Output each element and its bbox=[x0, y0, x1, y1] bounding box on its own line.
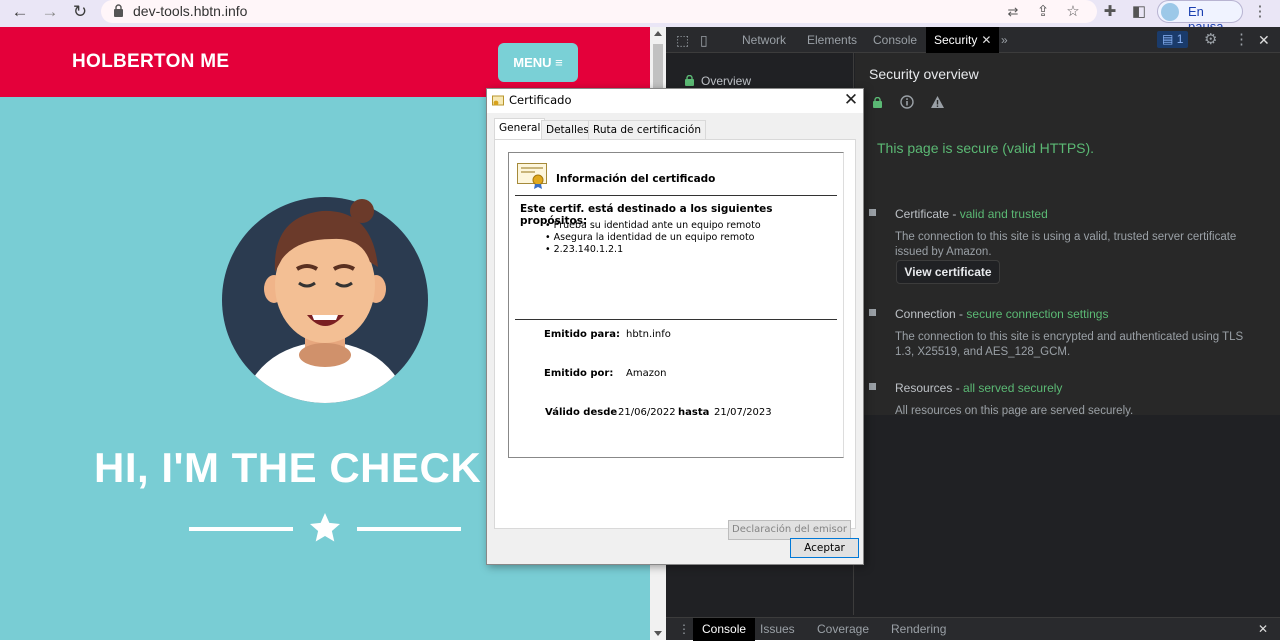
device-toolbar-icon[interactable]: ▯ bbox=[700, 27, 708, 53]
connection-heading: Connection - secure connection settings bbox=[895, 307, 1109, 321]
drawer-tab-console[interactable]: Console bbox=[693, 618, 756, 641]
valid-to-label: hasta bbox=[678, 407, 710, 418]
lock-icon bbox=[873, 97, 882, 108]
forward-icon[interactable]: → bbox=[38, 1, 62, 23]
address-bar[interactable]: dev-tools.hbtn.info bbox=[101, 0, 1097, 23]
hero-title: HI, I'M THE CHECK bbox=[94, 444, 482, 491]
star-icon bbox=[310, 513, 340, 542]
issuer-statement-button[interactable]: Declaración del emisor bbox=[728, 520, 851, 540]
valid-to-value: 21/07/2023 bbox=[714, 407, 772, 418]
devtools-tabbar: ⬚ ▯ Network Elements Console Security ✕ »… bbox=[666, 27, 1280, 53]
extensions-icon[interactable]: ✚ bbox=[1100, 2, 1120, 22]
hero-divider-left bbox=[189, 527, 293, 531]
site-header: HOLBERTON ME MENU ≡ bbox=[0, 27, 650, 97]
reload-icon[interactable]: ↻ bbox=[68, 1, 92, 23]
page-title: Security overview bbox=[869, 66, 979, 82]
tab-console[interactable]: Console bbox=[873, 27, 917, 53]
more-icon[interactable]: ⋮ bbox=[1250, 2, 1270, 22]
translate-icon[interactable]: ⇄ bbox=[1003, 2, 1023, 22]
bullet bbox=[869, 309, 876, 316]
secure-status-message: This page is secure (valid HTTPS). bbox=[877, 140, 1095, 156]
certificate-heading: Certificate - valid and trusted bbox=[895, 207, 1048, 221]
purpose-item: • Asegura la identidad de un equipo remo… bbox=[545, 232, 755, 243]
avatar bbox=[1161, 3, 1179, 21]
lock-icon[interactable] bbox=[113, 4, 124, 17]
resources-status: all served securely bbox=[963, 381, 1063, 395]
more-tabs-icon[interactable]: » bbox=[1001, 27, 1008, 53]
close-icon[interactable]: ✕ bbox=[981, 33, 991, 47]
valid-from-value: 21/06/2022 bbox=[618, 407, 676, 418]
tab-general[interactable]: General bbox=[494, 118, 546, 140]
tab-certification-path[interactable]: Ruta de certificación bbox=[588, 120, 707, 140]
share-icon[interactable]: ⇪ bbox=[1033, 2, 1053, 22]
general-tab-panel: Información del certificado Este certif.… bbox=[494, 139, 856, 540]
site-brand[interactable]: HOLBERTON ME bbox=[72, 51, 229, 73]
certificate-info-title: Información del certificado bbox=[556, 173, 716, 185]
view-certificate-button[interactable]: View certificate bbox=[896, 260, 1000, 284]
issues-badge[interactable]: ▤ 1 bbox=[1157, 31, 1189, 48]
close-drawer-icon[interactable]: ✕ bbox=[1258, 618, 1268, 641]
dialog-title: Certificado bbox=[509, 93, 572, 107]
browser-toolbar: ← → ↻ dev-tools.hbtn.info ⇄ ⇪ ☆ ✚ ◧ En p… bbox=[0, 0, 1280, 34]
certificate-dialog: Certificado ✕ General Detalles Ruta de c… bbox=[486, 88, 864, 565]
certificate-info-box: Información del certificado Este certif.… bbox=[508, 152, 844, 458]
avatar-illustration bbox=[222, 197, 428, 403]
tab-elements[interactable]: Elements bbox=[807, 27, 857, 53]
certificate-description: The connection to this site is using a v… bbox=[895, 231, 1237, 258]
tab-security[interactable]: Security ✕ bbox=[926, 27, 1000, 53]
lock-icon bbox=[685, 75, 694, 86]
drawer-tab-issues[interactable]: Issues bbox=[760, 618, 795, 641]
warning-icon bbox=[931, 96, 944, 108]
resources-heading-label: Resources bbox=[895, 381, 953, 395]
drawer-tab-rendering[interactable]: Rendering bbox=[891, 618, 946, 641]
divider bbox=[515, 319, 837, 320]
menu-button[interactable]: MENU ≡ bbox=[498, 43, 578, 82]
issued-by-label: Emitido por: bbox=[544, 368, 614, 379]
resources-heading: Resources - all served securely bbox=[895, 381, 1063, 395]
bullet bbox=[869, 209, 876, 216]
connection-status: secure connection settings bbox=[966, 307, 1109, 321]
dialog-titlebar[interactable]: Certificado ✕ bbox=[487, 89, 863, 113]
purpose-item: • Prueba su identidad ante un equipo rem… bbox=[545, 220, 761, 231]
certificate-heading-label: Certificate bbox=[895, 207, 950, 221]
back-icon[interactable]: ← bbox=[8, 1, 32, 23]
close-icon[interactable]: ✕ bbox=[841, 90, 861, 110]
divider bbox=[515, 195, 837, 196]
url-text[interactable]: dev-tools.hbtn.info bbox=[133, 3, 247, 19]
certificate-icon bbox=[517, 163, 547, 189]
gear-icon[interactable]: ⚙ bbox=[1204, 27, 1217, 53]
profile-button[interactable]: En pausa bbox=[1157, 0, 1243, 34]
inspect-element-icon[interactable]: ⬚ bbox=[676, 27, 689, 53]
issued-to-label: Emitido para: bbox=[544, 329, 620, 340]
star-icon[interactable]: ☆ bbox=[1063, 2, 1083, 22]
resources-description: All resources on this page are served se… bbox=[895, 405, 1134, 417]
more-icon[interactable]: ⋮ bbox=[1234, 27, 1249, 53]
bullet bbox=[869, 383, 876, 390]
drawer-tab-coverage[interactable]: Coverage bbox=[817, 618, 869, 641]
tab-details[interactable]: Detalles bbox=[541, 120, 594, 140]
connection-heading-label: Connection bbox=[895, 307, 956, 321]
issues-count: 1 bbox=[1176, 32, 1184, 46]
drawer-menu-icon[interactable]: ⋮ bbox=[678, 618, 690, 641]
accept-button[interactable]: Aceptar bbox=[790, 538, 859, 558]
valid-from-label: Válido desde bbox=[545, 407, 618, 418]
purpose-item: • 2.23.140.1.2.1 bbox=[545, 244, 624, 255]
scroll-down-icon[interactable] bbox=[654, 631, 662, 636]
tab-network[interactable]: Network bbox=[742, 27, 786, 53]
hero-divider-right bbox=[357, 527, 461, 531]
tab-security-label: Security bbox=[934, 33, 978, 47]
scroll-up-icon[interactable] bbox=[654, 31, 662, 36]
security-overview-panel: Security overview This page is secure (v… bbox=[855, 53, 1280, 417]
sidepanel-icon[interactable]: ◧ bbox=[1129, 2, 1149, 22]
issued-to-value: hbtn.info bbox=[626, 329, 671, 340]
connection-description: The connection to this site is encrypted… bbox=[895, 331, 1244, 358]
close-devtools-icon[interactable]: ✕ bbox=[1258, 27, 1270, 53]
drawer-tabbar: ⋮ Console Issues Coverage Rendering ✕ bbox=[666, 617, 1280, 641]
certificate-status: valid and trusted bbox=[959, 207, 1048, 221]
chat-icon: ▤ bbox=[1162, 32, 1174, 46]
info-icon bbox=[900, 95, 914, 109]
certificate-icon bbox=[492, 95, 504, 106]
issued-by-value: Amazon bbox=[626, 368, 667, 379]
